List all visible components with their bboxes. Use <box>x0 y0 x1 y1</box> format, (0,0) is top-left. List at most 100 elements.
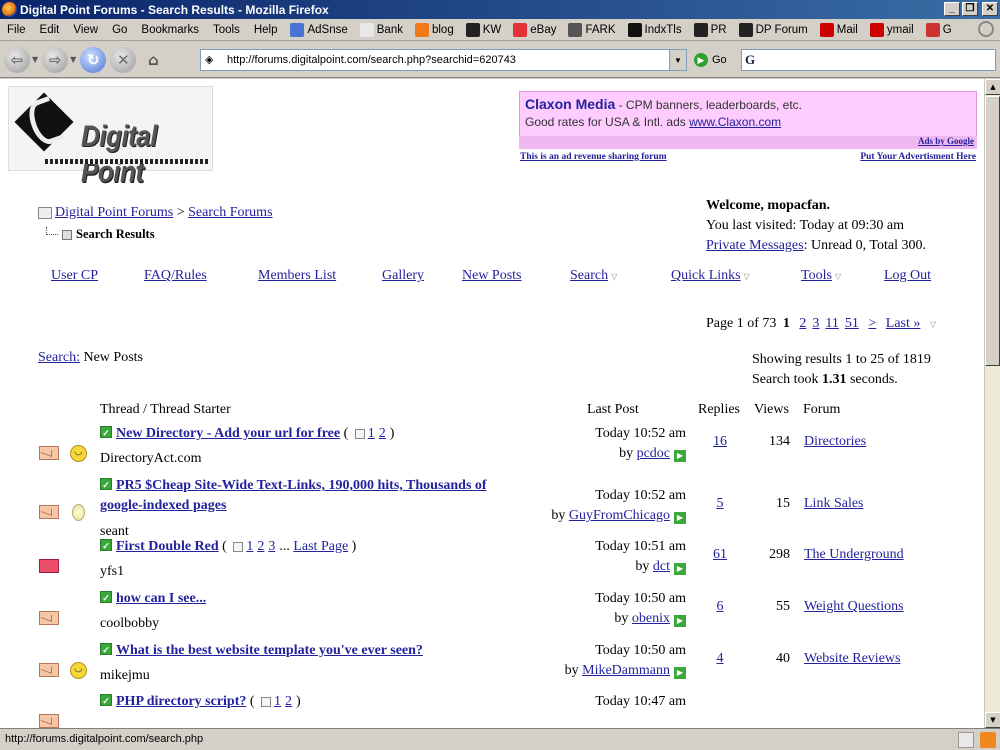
page-link[interactable]: 11 <box>825 316 838 331</box>
bookmark-ymail[interactable]: ymail <box>864 22 920 37</box>
nav-faq-rules[interactable]: FAQ/Rules <box>144 268 207 284</box>
go-to-last-post-icon[interactable]: ▶ <box>674 512 686 524</box>
page-link[interactable]: 2 <box>799 316 806 331</box>
menu-tools[interactable]: Tools <box>206 24 247 36</box>
page-info-icon[interactable] <box>958 732 974 748</box>
go-to-last-post-icon[interactable]: ▶ <box>674 615 686 627</box>
thread-title-link[interactable]: New Directory - Add your url for free <box>116 426 340 441</box>
menu-bookmarks[interactable]: Bookmarks <box>134 24 206 36</box>
ad-url-link[interactable]: www.Claxon.com <box>689 115 781 129</box>
thread-title-link[interactable]: First Double Red <box>116 539 219 554</box>
forward-button[interactable]: ⇨ <box>42 46 69 73</box>
back-history-dropdown[interactable]: ▼ <box>32 55 38 64</box>
private-messages-link[interactable]: Private Messages <box>706 238 804 253</box>
forum-link[interactable]: Weight Questions <box>804 599 904 615</box>
last-poster-link[interactable]: MikeDammann <box>582 663 670 678</box>
nav-gallery[interactable]: Gallery <box>382 268 424 284</box>
forum-link[interactable]: Link Sales <box>804 496 864 512</box>
forum-link[interactable]: Directories <box>804 434 866 450</box>
thread-title-link[interactable]: how can I see... <box>116 591 206 606</box>
bookmark-pr[interactable]: PR <box>688 22 733 37</box>
digital-point-logo[interactable]: Digital Point <box>8 86 213 189</box>
header-last-post[interactable]: Last Post <box>587 402 639 418</box>
forward-history-dropdown[interactable]: ▼ <box>70 55 76 64</box>
page-jump-dropdown-icon[interactable]: ▽ <box>930 320 936 329</box>
last-poster-link[interactable]: dct <box>653 559 670 574</box>
go-button[interactable]: ▶ Go <box>694 53 727 67</box>
bookmark-adsnse[interactable]: AdSnse <box>284 22 353 37</box>
nav-quick-links-menu[interactable]: Quick Links ▽ <box>671 268 750 284</box>
thread-page-link[interactable]: 2 <box>379 426 386 441</box>
last-poster-link[interactable]: obenix <box>632 611 670 626</box>
search-engine-box[interactable]: G <box>741 49 996 71</box>
thread-page-link[interactable]: 1 <box>246 539 253 554</box>
bookmark-mail[interactable]: Mail <box>814 22 864 37</box>
last-page-link[interactable]: Last » <box>886 316 921 331</box>
nav-log-out[interactable]: Log Out <box>884 268 931 284</box>
url-dropdown-button[interactable]: ▼ <box>669 50 686 70</box>
last-poster-link[interactable]: pcdoc <box>637 446 670 461</box>
stop-button[interactable]: ✕ <box>110 46 137 73</box>
nav-new-posts[interactable]: New Posts <box>462 268 522 284</box>
menu-view[interactable]: View <box>66 24 105 36</box>
scroll-up-button[interactable]: ▲ <box>985 79 1000 95</box>
next-page-link[interactable]: > <box>868 316 876 331</box>
nav-members-list[interactable]: Members List <box>258 268 336 284</box>
put-advertisement-link[interactable]: Put Your Advertisment Here <box>860 152 976 162</box>
ad-revenue-note-link[interactable]: This is an ad revenue sharing forum <box>520 152 667 162</box>
vertical-scrollbar[interactable]: ▲ ▼ <box>984 79 1000 728</box>
reload-button[interactable]: ↻ <box>80 46 107 73</box>
thread-last-page-link[interactable]: Last Page <box>293 539 348 554</box>
thread-page-link[interactable]: 3 <box>268 539 275 554</box>
search-link[interactable]: Search: <box>38 350 80 365</box>
header-forum[interactable]: Forum <box>803 402 840 418</box>
ads-by-google-link[interactable]: Ads by Google <box>918 136 974 146</box>
bookmark-indxtls[interactable]: IndxTls <box>622 22 688 37</box>
breadcrumb-forums-link[interactable]: Digital Point Forums <box>55 205 173 220</box>
thread-page-link[interactable]: 2 <box>257 539 264 554</box>
menu-go[interactable]: Go <box>105 24 134 36</box>
back-button[interactable]: ⇦ <box>4 46 30 73</box>
thread-page-link[interactable]: 1 <box>274 694 281 709</box>
replies-count-link[interactable]: 61 <box>711 547 729 563</box>
thread-page-link[interactable]: 2 <box>285 694 292 709</box>
go-to-last-post-icon[interactable]: ▶ <box>674 563 686 575</box>
page-link[interactable]: 3 <box>812 316 819 331</box>
bookmark-bank[interactable]: Bank <box>354 22 409 37</box>
minimize-button[interactable]: _ <box>944 2 960 16</box>
url-bar[interactable]: ◈ http://forums.digitalpoint.com/search.… <box>200 49 687 71</box>
last-poster-link[interactable]: GuyFromChicago <box>569 508 670 523</box>
bookmark-ebay[interactable]: eBay <box>507 22 562 37</box>
forum-link[interactable]: Website Reviews <box>804 651 900 667</box>
restore-button[interactable]: ❐ <box>962 2 978 16</box>
bookmark-fark[interactable]: FARK <box>562 22 621 37</box>
replies-count-link[interactable]: 16 <box>711 434 729 450</box>
thread-title-link[interactable]: What is the best website template you've… <box>116 643 423 658</box>
go-to-last-post-icon[interactable]: ▶ <box>674 667 686 679</box>
rss-feed-icon[interactable] <box>980 732 996 748</box>
header-replies[interactable]: Replies <box>698 402 740 418</box>
replies-count-link[interactable]: 6 <box>711 599 729 615</box>
scroll-down-button[interactable]: ▼ <box>985 712 1000 728</box>
bookmark-blog[interactable]: blog <box>409 22 460 37</box>
go-to-last-post-icon[interactable]: ▶ <box>674 450 686 462</box>
page-link[interactable]: 51 <box>845 316 859 331</box>
scroll-thumb[interactable] <box>985 96 1000 366</box>
close-button[interactable]: ✕ <box>982 2 998 16</box>
breadcrumb-search-link[interactable]: Search Forums <box>188 205 272 220</box>
header-views[interactable]: Views <box>754 402 789 418</box>
thread-title-link[interactable]: PHP directory script? <box>116 694 246 709</box>
thread-page-link[interactable]: 1 <box>368 426 375 441</box>
nav-tools-menu[interactable]: Tools ▽ <box>801 268 841 284</box>
bookmark-dp-forum[interactable]: DP Forum <box>733 22 814 37</box>
menu-file[interactable]: File <box>0 24 33 36</box>
bookmark-kw[interactable]: KW <box>460 22 508 37</box>
nav-search-menu[interactable]: Search ▽ <box>570 268 617 284</box>
ad-title-link[interactable]: Claxon Media <box>525 96 615 112</box>
thread-title-link[interactable]: PR5 $Cheap Site-Wide Text-Links, 190,000… <box>116 478 487 493</box>
home-button[interactable]: ⌂ <box>140 47 166 73</box>
forum-link[interactable]: The Underground <box>804 547 904 563</box>
menu-edit[interactable]: Edit <box>33 24 67 36</box>
nav-user-cp[interactable]: User CP <box>51 268 98 284</box>
thread-title-link-cont[interactable]: google-indexed pages <box>100 498 226 513</box>
